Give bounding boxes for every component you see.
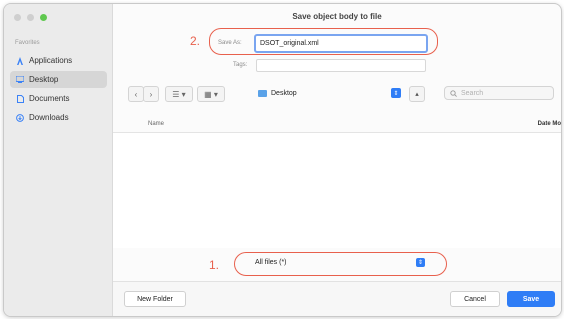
sidebar-item-label: Desktop bbox=[29, 75, 59, 84]
column-name[interactable]: Name bbox=[148, 121, 164, 127]
browser-toolbar: ‹ › ☰ ▾ ▦ ▾ Desktop ⇕ ▴ Search bbox=[113, 86, 561, 102]
applications-icon bbox=[16, 56, 24, 65]
location-stepper-icon[interactable]: ⇕ bbox=[391, 88, 401, 98]
dialog-footer: New Folder Cancel Save bbox=[113, 281, 561, 316]
save-as-field[interactable]: DSOT_original.xml bbox=[254, 34, 428, 53]
search-icon bbox=[450, 89, 457, 97]
folder-icon bbox=[258, 89, 267, 97]
close-window-button[interactable] bbox=[14, 14, 21, 21]
new-folder-button[interactable]: New Folder bbox=[124, 291, 186, 307]
sidebar-item-label: Downloads bbox=[29, 113, 69, 122]
dialog-main: Save object body to file 2. Save As: DSO… bbox=[113, 4, 561, 316]
tags-label: Tags: bbox=[233, 62, 248, 68]
documents-icon bbox=[16, 94, 24, 103]
step-2-annotation: 2. bbox=[190, 34, 201, 48]
location-label: Desktop bbox=[271, 89, 297, 97]
minimize-window-button[interactable] bbox=[27, 14, 34, 21]
save-button[interactable]: Save bbox=[507, 291, 555, 307]
list-view-button[interactable]: ☰ ▾ bbox=[165, 86, 193, 102]
sidebar-list: Applications Desktop Documents Downloads bbox=[10, 52, 107, 128]
desktop-icon bbox=[16, 76, 24, 84]
sidebar-item-desktop[interactable]: Desktop bbox=[10, 71, 107, 88]
cancel-button[interactable]: Cancel bbox=[450, 291, 500, 307]
column-date-modified[interactable]: Date Mo bbox=[538, 121, 561, 127]
save-as-label: Save As: bbox=[218, 40, 242, 46]
format-stepper-icon[interactable]: ⇕ bbox=[416, 258, 425, 267]
location-select[interactable]: Desktop bbox=[258, 86, 398, 100]
back-button[interactable]: ‹ bbox=[128, 86, 144, 102]
dialog-title: Save object body to file bbox=[292, 12, 382, 21]
collapse-button[interactable]: ▴ bbox=[409, 86, 425, 102]
forward-button[interactable]: › bbox=[143, 86, 159, 102]
zoom-window-button[interactable] bbox=[40, 14, 47, 21]
sidebar-item-label: Applications bbox=[29, 56, 73, 65]
sidebar-item-documents[interactable]: Documents bbox=[10, 90, 107, 107]
format-row: All files (*) ⇕ bbox=[113, 254, 561, 274]
sidebar: Favorites Applications Desktop Documents bbox=[4, 4, 113, 316]
tags-field[interactable] bbox=[256, 59, 426, 72]
window-controls bbox=[14, 14, 47, 21]
file-list[interactable] bbox=[113, 133, 561, 248]
sidebar-item-applications[interactable]: Applications bbox=[10, 52, 107, 69]
sidebar-section-favorites: Favorites bbox=[15, 40, 40, 46]
downloads-icon bbox=[16, 113, 24, 122]
search-placeholder: Search bbox=[461, 89, 484, 97]
grid-view-button[interactable]: ▦ ▾ bbox=[197, 86, 225, 102]
file-format-select[interactable]: All files (*) bbox=[251, 256, 429, 269]
search-input[interactable]: Search bbox=[444, 86, 554, 100]
sidebar-item-downloads[interactable]: Downloads bbox=[10, 109, 107, 126]
file-list-header: Name Date Mo bbox=[113, 116, 561, 133]
sidebar-item-label: Documents bbox=[29, 94, 70, 103]
save-dialog: Favorites Applications Desktop Documents bbox=[3, 3, 562, 317]
